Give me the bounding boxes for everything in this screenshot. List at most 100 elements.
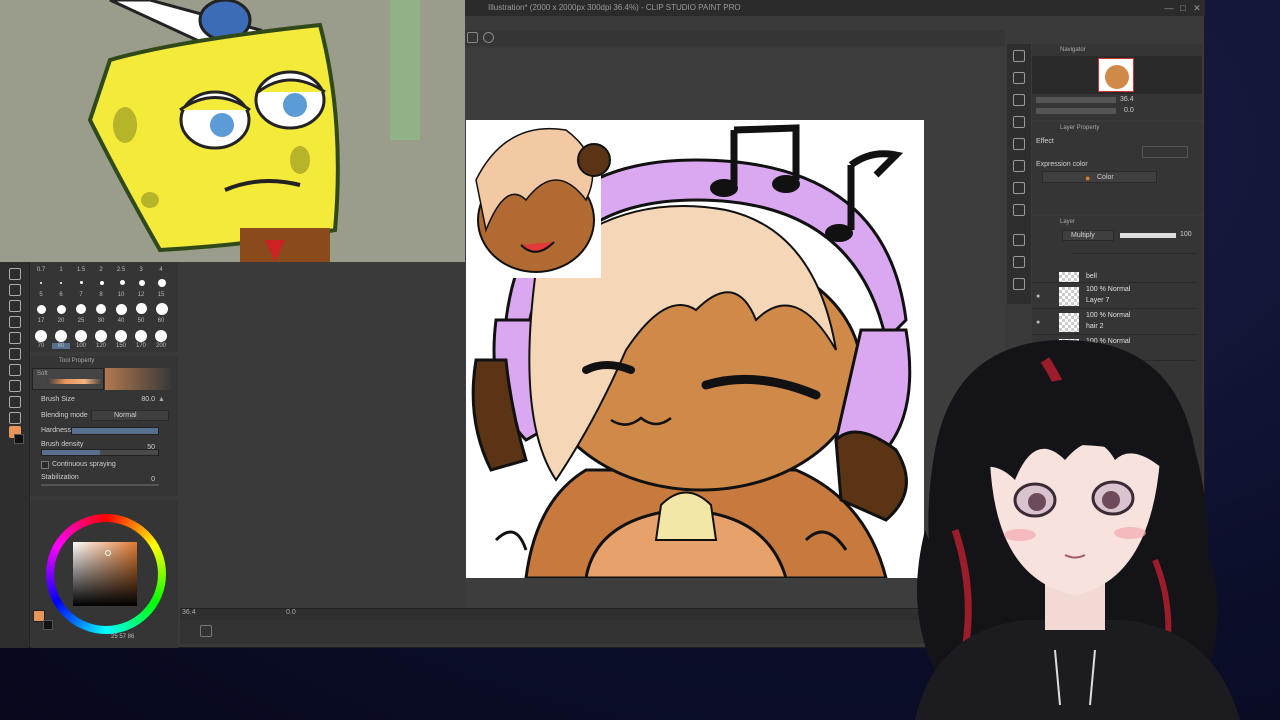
eyedropper-tool-icon[interactable]	[9, 332, 21, 344]
continuous-spraying-checkbox[interactable]	[41, 461, 49, 469]
brush-density-value[interactable]: 50	[139, 444, 155, 451]
meme-image-overlay	[0, 0, 465, 262]
navigator-preview[interactable]	[1032, 56, 1202, 94]
layer-row[interactable]: ● 100 % Normal Layer 7	[1032, 284, 1197, 309]
zoom-slider[interactable]	[1036, 97, 1116, 103]
navigator-panel: Navigator 36.4 0.0	[1032, 44, 1202, 120]
size-label[interactable]: 5	[32, 292, 50, 298]
select-tool-icon[interactable]	[9, 300, 21, 312]
size-label[interactable]: 15	[152, 292, 170, 298]
brush-size-value[interactable]: 80.0	[131, 396, 155, 403]
brush-size-stepper-icon[interactable]: ▲	[158, 396, 165, 403]
hardness-label: Hardness	[41, 427, 71, 434]
size-label[interactable]: 50	[132, 318, 150, 324]
size-label[interactable]: 2.5	[112, 267, 130, 273]
size-label[interactable]: 17	[32, 318, 50, 324]
minimize-button[interactable]: —	[1163, 2, 1175, 14]
text-tool-icon[interactable]	[9, 380, 21, 392]
brush-dot	[95, 330, 107, 342]
animation-icon[interactable]	[1013, 256, 1025, 268]
zoom-tool-icon[interactable]	[9, 268, 21, 280]
size-label[interactable]: 0.7	[32, 267, 50, 273]
eye-icon[interactable]: ●	[1036, 319, 1040, 326]
brush-dot	[80, 281, 83, 284]
size-label[interactable]: 200	[152, 343, 170, 349]
layer-opacity-slider[interactable]	[1120, 233, 1176, 238]
timeline-icon[interactable]	[1013, 278, 1025, 290]
panel-toggle-icon[interactable]	[200, 625, 212, 637]
color-wheel-panel: 25 57 86	[31, 500, 178, 648]
size-label[interactable]: 12	[132, 292, 150, 298]
navigator-rotate-value[interactable]: 0.0	[1124, 107, 1134, 114]
eraser-tool-icon[interactable]	[9, 412, 21, 424]
size-label[interactable]: 10	[112, 292, 130, 298]
size-label[interactable]: 100	[72, 343, 90, 349]
maximize-button[interactable]: □	[1177, 2, 1189, 14]
help-icon[interactable]	[483, 32, 494, 43]
layer-tab[interactable]: Layer	[1060, 219, 1075, 225]
pen-tool-icon[interactable]	[9, 348, 21, 360]
angle-readout[interactable]: 0.0	[286, 609, 296, 616]
size-label[interactable]: 120	[92, 343, 110, 349]
size-label-selected[interactable]: 80	[52, 343, 70, 349]
drawing-canvas[interactable]	[466, 120, 924, 578]
undo-icon[interactable]	[467, 32, 478, 43]
brush-dot	[155, 330, 167, 342]
size-label[interactable]: 170	[132, 343, 150, 349]
zoom-readout[interactable]: 36.4	[182, 609, 196, 616]
size-label[interactable]: 7	[72, 292, 90, 298]
layer-icon[interactable]	[1013, 234, 1025, 246]
stabilization-slider[interactable]	[41, 484, 159, 486]
stabilization-label: Stabilization	[41, 474, 79, 481]
expression-color-value: Color	[1097, 174, 1114, 181]
size-label[interactable]: 70	[32, 343, 50, 349]
brush-dot	[116, 304, 127, 315]
size-label[interactable]: 6	[52, 292, 70, 298]
effect-buttons[interactable]	[1142, 146, 1188, 158]
layer-property-icon[interactable]	[1013, 116, 1025, 128]
lasso-tool-icon[interactable]	[9, 316, 21, 328]
size-label[interactable]: 30	[92, 318, 110, 324]
expression-color-select[interactable]: ● Color	[1042, 171, 1157, 183]
navigator-zoom-value[interactable]: 36.4	[1120, 96, 1134, 103]
brush-dot	[156, 303, 168, 315]
size-label[interactable]: 4	[152, 267, 170, 273]
layer-property-tab[interactable]: Layer Property	[1060, 125, 1099, 131]
color-picker-handle[interactable]	[105, 550, 111, 556]
brush-tool-icon[interactable]	[9, 396, 21, 408]
size-label[interactable]: 3	[132, 267, 150, 273]
item-bank-icon[interactable]	[1013, 94, 1025, 106]
size-label[interactable]: 150	[112, 343, 130, 349]
layer-row[interactable]: bell	[1032, 272, 1197, 283]
size-label[interactable]: 40	[112, 318, 130, 324]
sub-color-chip[interactable]	[43, 620, 53, 630]
vtuber-avatar	[895, 330, 1280, 720]
material-icon[interactable]	[1013, 160, 1025, 172]
size-label[interactable]: 25	[72, 318, 90, 324]
size-label[interactable]: 8	[92, 292, 110, 298]
sub-view-icon[interactable]	[1013, 72, 1025, 84]
navigator-icon[interactable]	[1013, 50, 1025, 62]
pencil-tool-icon[interactable]	[9, 364, 21, 376]
effect-label: Effect	[1036, 138, 1054, 145]
close-button[interactable]: ✕	[1191, 2, 1203, 14]
layer-blend-mode-select[interactable]: Multiply	[1062, 230, 1114, 241]
tool-property-tab[interactable]: Tool Property	[59, 358, 94, 364]
size-label[interactable]: 1	[52, 267, 70, 273]
size-label[interactable]: 2	[92, 267, 110, 273]
auto-action-icon[interactable]	[1013, 204, 1025, 216]
move-tool-icon[interactable]	[9, 284, 21, 296]
navigator-tab[interactable]: Navigator	[1060, 47, 1086, 53]
size-label[interactable]: 1.5	[72, 267, 90, 273]
size-label[interactable]: 20	[52, 318, 70, 324]
hardness-slider[interactable]	[71, 427, 159, 435]
eye-icon[interactable]: ●	[1036, 293, 1040, 300]
stabilization-value[interactable]: 0	[141, 476, 155, 483]
blending-mode-select[interactable]: Normal	[91, 410, 169, 421]
sub-color-swatch[interactable]	[14, 434, 24, 444]
layer-opacity-value[interactable]: 100	[1180, 231, 1192, 238]
rotate-slider[interactable]	[1036, 108, 1116, 114]
history-icon[interactable]	[1013, 182, 1025, 194]
search-layer-icon[interactable]	[1013, 138, 1025, 150]
size-label[interactable]: 60	[152, 318, 170, 324]
